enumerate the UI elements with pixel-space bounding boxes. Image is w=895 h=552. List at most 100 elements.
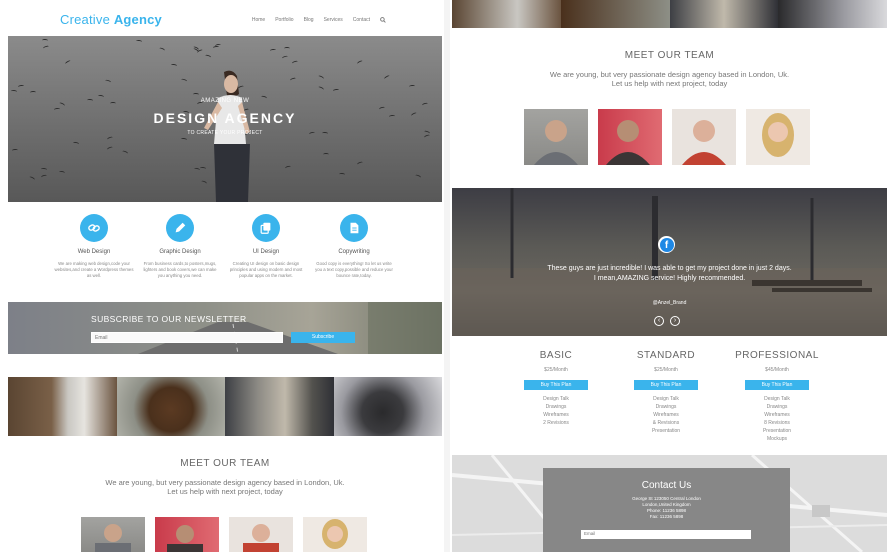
portfolio-image-street[interactable] [669,0,779,28]
contact-title: Contact Us [641,480,692,491]
copy-icon[interactable] [252,214,280,242]
pricing-plan-basic: BASIC $25/Month Buy This Plan Design Tal… [501,350,611,427]
team-member-photo[interactable] [155,517,219,552]
search-icon[interactable] [380,17,386,25]
service-title: Graphic Design [159,249,201,255]
portfolio-image-car[interactable] [778,0,887,28]
bird-shape [170,63,178,68]
team-desc-line2: Let us help with next project, today [167,487,283,496]
testimonial-quote-line2: I mean,AMAZING service! Highly recommend… [593,275,746,282]
park-bench-image [452,188,887,336]
plan-name: STANDARD [636,350,696,361]
newsletter-section: SUBSCRIBE TO OUR NEWSLETTER Subscribe [8,302,442,354]
nav-item-home[interactable]: Home [252,17,265,25]
service-ui-design: UI Design Creating UI design on basic de… [226,214,306,279]
newsletter-email-input[interactable] [91,332,283,343]
team-member-photo[interactable] [303,517,367,552]
hero-cta-text: TO CREATE YOUR PROJECT [187,130,263,136]
bird-shape [180,137,188,142]
team-member-photo[interactable] [81,517,145,552]
bird-shape [42,45,50,50]
plan-name: PROFESSIONAL [735,350,819,361]
buy-plan-button[interactable]: Buy This Plan [634,380,698,390]
plan-feature: & Revisions [652,420,680,426]
buy-plan-button[interactable]: Buy This Plan [524,380,588,390]
testimonial-quote-line1: These guys are just incredible! I was ab… [547,265,792,272]
pencil-icon[interactable] [166,214,194,242]
nav-item-services[interactable]: Services [324,17,343,25]
contact-fax: Fax: 11236 5898 [649,514,684,519]
bird-shape [58,170,66,175]
hero-banner: AMAZING NEW DESIGN AGENCY TO CREATE YOUR… [8,36,442,202]
facebook-icon[interactable]: f [658,236,675,253]
plan-feature: Wireframes [653,412,679,418]
portfolio-image-bear[interactable] [560,0,670,28]
plan-feature: Drawings [655,404,677,410]
chevron-left-icon[interactable]: ‹ [654,316,664,326]
plan-feature: Drawings [766,404,788,410]
bird-shape [106,136,114,141]
bird-shape [289,77,297,82]
site-header: Creative Agency Home Portfolio Blog Serv… [8,0,442,36]
portfolio-image-lifebuoy[interactable] [8,377,117,436]
team-member-photo[interactable] [672,109,736,165]
contact-box: Contact Us George St 123050 Central Lond… [543,468,790,552]
service-desc: From business cards,to posters,mugs, lig… [143,261,217,278]
plan-feature: Presentation [651,428,681,434]
bird-shape [64,59,72,66]
portfolio-image-lifebuoy[interactable] [452,0,561,28]
bird-shape [11,148,19,153]
service-web-design: Web Design We are making web design,code… [54,214,134,279]
bird-shape [106,145,114,152]
plan-price: $25/Month [654,367,678,373]
nav-item-contact[interactable]: Contact [353,17,370,25]
team-member-photo[interactable] [746,109,810,165]
contact-email-input[interactable]: Email [581,530,751,539]
bird-shape [269,48,277,53]
bird-shape [356,161,364,166]
bird-shape [40,167,48,172]
team-desc-line1: We are young, but very passionate design… [105,478,345,487]
bird-shape [383,74,391,81]
bird-shape [40,174,48,179]
team-member-photo[interactable] [598,109,662,165]
plan-name: BASIC [539,350,573,361]
pricing-plan-standard: STANDARD $25/Month Buy This Plan Design … [611,350,721,435]
plan-feature: Design Talk [543,396,569,402]
team-member-photo[interactable] [524,109,588,165]
plan-price: $45/Month [765,367,789,373]
document-icon[interactable] [340,214,368,242]
service-graphic-design: Graphic Design From business cards,to po… [140,214,220,279]
plan-feature: Design Talk [653,396,679,402]
team-title: MEET OUR TEAM [180,458,270,469]
left-page-view: Creative Agency Home Portfolio Blog Serv… [8,0,442,552]
bird-shape [212,45,220,50]
plan-price: $25/Month [544,367,568,373]
main-nav: Home Portfolio Blog Services Contact [252,17,386,25]
nav-item-blog[interactable]: Blog [304,17,314,25]
team-title: MEET OUR TEAM [624,50,715,61]
service-copywriting: Copywriting Good copy is everything! So … [314,214,394,279]
portfolio-image-bear[interactable] [116,377,225,436]
hero-subtitle: AMAZING NEW [200,98,250,104]
link-icon[interactable] [80,214,108,242]
portfolio-strip-top [452,0,887,28]
bird-shape [317,74,325,81]
hero-title: DESIGN AGENCY [153,110,297,126]
logo-text-accent: Agency [113,12,162,27]
buy-plan-button[interactable]: Buy This Plan [745,380,809,390]
portfolio-image-car[interactable] [333,377,442,436]
bird-shape [284,47,290,50]
bird-shape [121,149,129,156]
plan-feature: 8 Revisions [764,420,790,426]
bird-shape [72,141,80,146]
subscribe-button[interactable]: Subscribe [291,332,355,343]
chevron-right-icon[interactable]: › [670,316,680,326]
bird-shape [281,55,289,60]
road-image [138,302,442,354]
site-logo[interactable]: Creative Agency [60,12,162,27]
nav-item-portfolio[interactable]: Portfolio [275,17,293,25]
portfolio-image-street[interactable] [225,377,334,436]
team-member-photo[interactable] [229,517,293,552]
plan-feature: Presentation [762,428,792,434]
